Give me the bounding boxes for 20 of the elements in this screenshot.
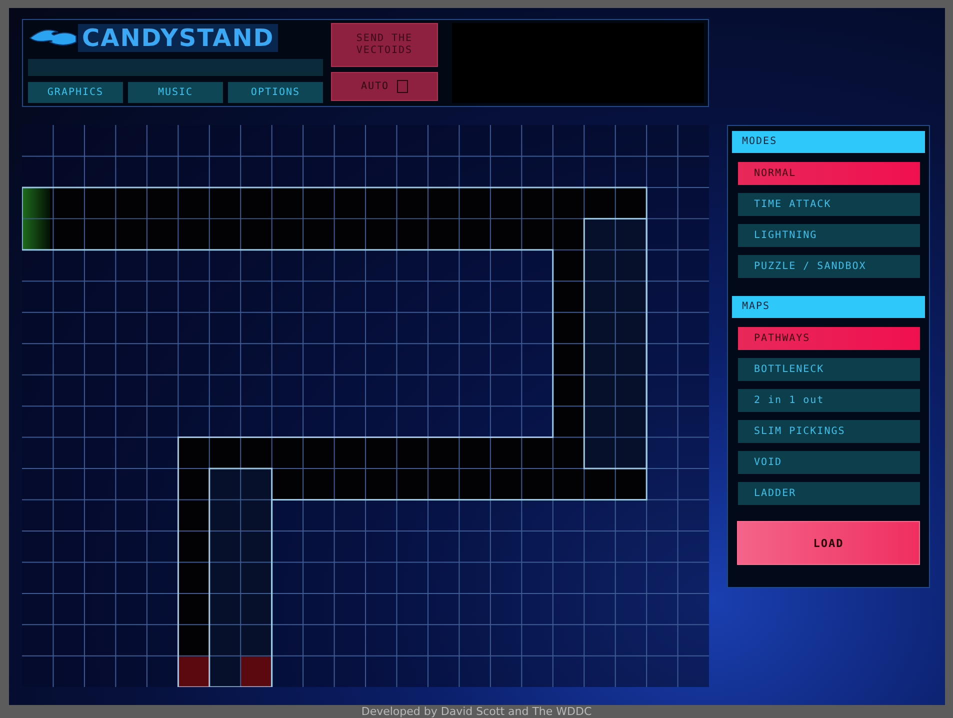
menu-button[interactable]: GRAPHICS bbox=[28, 82, 123, 103]
candystand-logo[interactable]: CANDYSTAND bbox=[78, 24, 278, 52]
maze-map-drawing[interactable] bbox=[22, 125, 710, 688]
menu-button[interactable]: MUSIC bbox=[128, 82, 223, 103]
map-option[interactable]: BOTTLENECK bbox=[738, 358, 920, 381]
map-option[interactable]: 2 in 1 out bbox=[738, 389, 920, 412]
mode-option[interactable]: NORMAL bbox=[738, 162, 920, 185]
credits-text: Developed by David Scott and The WDDC bbox=[360, 705, 593, 718]
auto-checkbox[interactable] bbox=[397, 80, 408, 93]
section-title: MODES bbox=[732, 131, 925, 153]
map-option[interactable]: LADDER bbox=[738, 482, 920, 505]
menu-button[interactable]: OPTIONS bbox=[228, 82, 323, 103]
map-option[interactable]: PATHWAYS bbox=[738, 327, 920, 350]
mode-option[interactable]: PUZZLE / SANDBOX bbox=[738, 255, 920, 278]
mode-option[interactable]: LIGHTNING bbox=[738, 224, 920, 247]
section-title: MAPS bbox=[732, 296, 925, 318]
map-option[interactable]: SLIM PICKINGS bbox=[738, 420, 920, 443]
map-option[interactable]: VOID bbox=[738, 451, 920, 474]
mode-option[interactable]: TIME ATTACK bbox=[738, 193, 920, 216]
load-button[interactable]: LOAD bbox=[737, 521, 920, 565]
